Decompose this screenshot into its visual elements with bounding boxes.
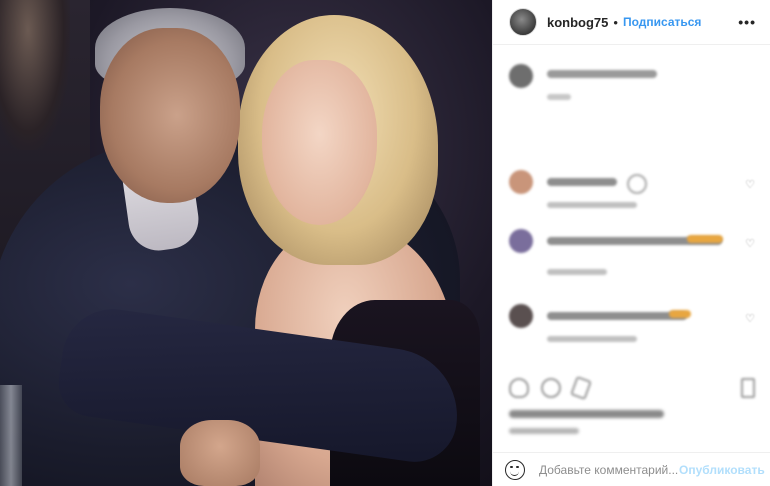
post-header: konbog75 • Подписаться ••• bbox=[493, 0, 770, 45]
comment-item bbox=[509, 64, 755, 124]
photo-man-head bbox=[100, 28, 240, 203]
add-comment-section: Опубликовать bbox=[493, 452, 770, 486]
comment-like-icon[interactable]: ♡ bbox=[745, 178, 755, 191]
emoji-icon[interactable] bbox=[505, 459, 525, 480]
comment-item: ♡ bbox=[509, 170, 755, 230]
bookmark-icon[interactable] bbox=[741, 378, 755, 398]
publish-button[interactable]: Опубликовать bbox=[679, 463, 765, 477]
comment-text-blurred bbox=[547, 178, 617, 186]
post-photo[interactable] bbox=[0, 0, 492, 486]
comment-input[interactable] bbox=[539, 462, 679, 477]
comment-text-blurred bbox=[547, 312, 687, 320]
comment-avatar[interactable] bbox=[509, 64, 533, 88]
comment-avatar[interactable] bbox=[509, 170, 533, 194]
share-icon[interactable] bbox=[570, 375, 592, 401]
author-username[interactable]: konbog75 bbox=[547, 15, 608, 30]
separator-dot: • bbox=[613, 14, 618, 30]
post-side-panel: konbog75 • Подписаться ••• ♡ ♡ ♡ Добавьт… bbox=[492, 0, 770, 486]
comment-meta-blurred bbox=[547, 269, 607, 275]
like-icon[interactable] bbox=[509, 378, 529, 398]
comment-item: ♡ bbox=[509, 304, 755, 364]
comment-text-blurred bbox=[547, 70, 657, 78]
photo-woman-face bbox=[262, 60, 377, 225]
author-avatar[interactable] bbox=[509, 8, 537, 36]
comment-like-icon[interactable]: ♡ bbox=[745, 312, 755, 325]
post-date-blurred bbox=[509, 428, 579, 434]
photo-background-person bbox=[0, 0, 70, 150]
follow-button[interactable]: Подписаться bbox=[623, 15, 701, 29]
comment-meta-blurred bbox=[547, 336, 637, 342]
comment-avatar[interactable] bbox=[509, 229, 533, 253]
photo-glass bbox=[0, 385, 22, 486]
more-options-icon[interactable]: ••• bbox=[738, 14, 756, 30]
comments-list[interactable]: ♡ ♡ ♡ bbox=[493, 46, 770, 366]
comment-emoji-blurred bbox=[669, 310, 691, 318]
comment-meta-blurred bbox=[547, 94, 571, 100]
photo-man-hand bbox=[180, 420, 260, 486]
comment-like-icon[interactable]: ♡ bbox=[745, 237, 755, 250]
comment-item: ♡ bbox=[509, 229, 755, 289]
comment-icon[interactable] bbox=[541, 378, 561, 398]
likes-count-blurred[interactable] bbox=[509, 410, 664, 418]
comment-emoji-blurred bbox=[687, 235, 723, 243]
comment-avatar[interactable] bbox=[509, 304, 533, 328]
comment-meta-blurred bbox=[547, 202, 637, 208]
